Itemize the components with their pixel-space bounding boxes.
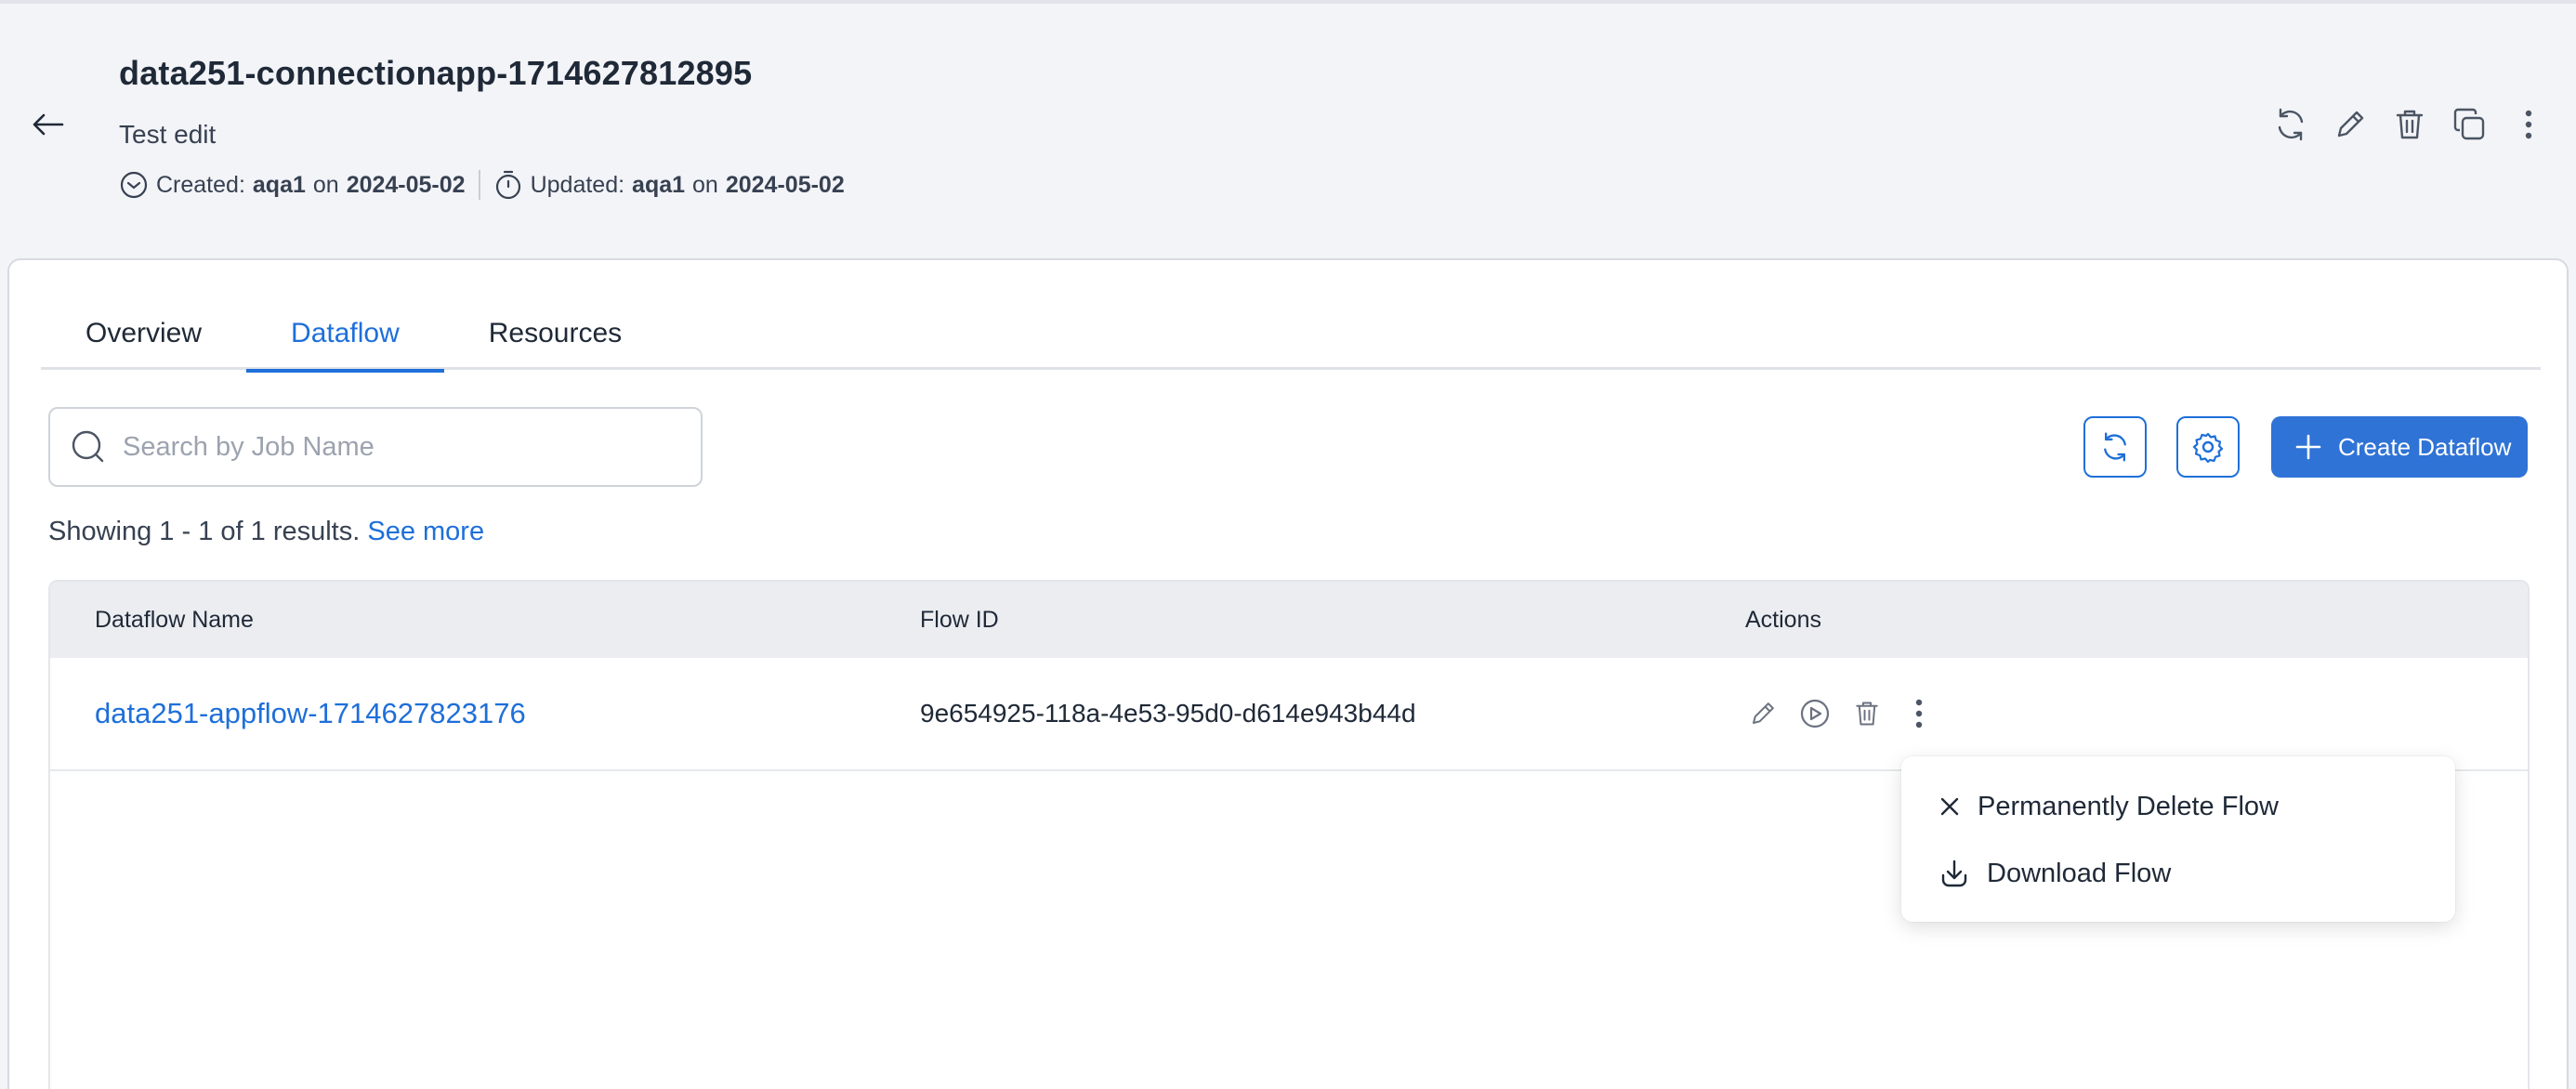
refresh-button[interactable]	[2271, 102, 2310, 147]
created-label: Created:	[156, 171, 245, 198]
copy-icon	[2453, 108, 2485, 140]
more-vertical-icon	[1915, 699, 1923, 728]
updated-on: on	[692, 171, 718, 198]
results-summary: Showing 1 - 1 of 1 results. See more	[48, 517, 484, 547]
header-actions	[2271, 102, 2548, 147]
timer-icon	[495, 170, 520, 200]
results-text: Showing 1 - 1 of 1 results.	[48, 517, 361, 546]
refresh-icon	[2104, 432, 2126, 462]
tab-overview[interactable]: Overview	[41, 297, 246, 370]
row-options-menu: Permanently Delete Flow Download Flow	[1901, 756, 2455, 922]
tab-resources[interactable]: Resources	[444, 297, 666, 370]
settings-button[interactable]	[2176, 416, 2240, 478]
column-header-actions: Actions	[1745, 606, 1821, 633]
menu-item-label: Permanently Delete Flow	[1978, 791, 2279, 821]
download-icon	[1941, 859, 1967, 887]
create-dataflow-label: Create Dataflow	[2338, 432, 2512, 461]
row-actions	[1745, 696, 1937, 731]
page-description: Test edit	[119, 120, 217, 149]
row-edit-button[interactable]	[1745, 696, 1781, 731]
menu-item-permanently-delete[interactable]: Permanently Delete Flow	[1901, 773, 2455, 840]
clock-icon	[120, 171, 148, 199]
back-button[interactable]	[28, 104, 69, 145]
plus-icon	[2295, 434, 2321, 460]
row-run-button[interactable]	[1797, 696, 1833, 731]
more-options-button[interactable]	[2509, 102, 2548, 147]
updated-label: Updated:	[530, 171, 625, 198]
created-date: 2024-05-02	[346, 171, 466, 198]
duplicate-button[interactable]	[2450, 102, 2489, 147]
gear-icon	[2192, 432, 2224, 463]
menu-item-download[interactable]: Download Flow	[1901, 840, 2455, 907]
tab-bar: Overview Dataflow Resources	[41, 297, 2541, 373]
page-title: data251-connectionapp-1714627812895	[119, 54, 753, 92]
edit-icon	[2337, 111, 2364, 138]
menu-item-label: Download Flow	[1987, 858, 2172, 888]
created-info: Created: aqa1 on 2024-05-02	[119, 170, 466, 200]
main-card: Overview Dataflow Resources Create Dataf…	[7, 258, 2569, 1089]
edit-button[interactable]	[2331, 102, 2370, 147]
search-input[interactable]	[123, 431, 643, 463]
meta-info: Created: aqa1 on 2024-05-02 Updated: aqa…	[119, 168, 845, 202]
top-divider	[0, 0, 2576, 4]
meta-divider	[478, 170, 480, 200]
search-icon	[72, 430, 104, 463]
trash-icon	[1856, 702, 1878, 726]
updated-date: 2024-05-02	[725, 171, 845, 198]
trash-icon	[2396, 110, 2424, 139]
create-dataflow-button[interactable]: Create Dataflow	[2271, 416, 2528, 478]
created-user: aqa1	[252, 171, 306, 198]
edit-icon	[1753, 702, 1774, 724]
refresh-icon	[2278, 108, 2304, 141]
updated-user: aqa1	[632, 171, 686, 198]
reload-list-button[interactable]	[2083, 416, 2147, 478]
play-circle-icon	[1800, 699, 1830, 728]
table-header: Dataflow Name Flow ID Actions	[50, 582, 2528, 658]
delete-button[interactable]	[2390, 102, 2429, 147]
row-delete-button[interactable]	[1849, 696, 1885, 731]
flow-id-cell: 9e654925-118a-4e53-95d0-d614e943b44d	[920, 699, 1416, 728]
created-on: on	[312, 171, 339, 198]
table-row: data251-appflow-1714627823176 9e654925-1…	[50, 658, 2528, 771]
search-box	[48, 407, 703, 487]
more-vertical-icon	[2525, 110, 2532, 139]
close-icon	[1940, 797, 1959, 816]
see-more-link[interactable]: See more	[367, 517, 484, 546]
arrow-left-icon	[33, 113, 64, 136]
row-more-button[interactable]	[1901, 696, 1937, 731]
column-header-name: Dataflow Name	[95, 606, 254, 633]
column-header-flow-id: Flow ID	[920, 606, 999, 633]
updated-info: Updated: aqa1 on 2024-05-02	[493, 169, 845, 201]
tab-dataflow[interactable]: Dataflow	[246, 297, 444, 373]
dataflow-name-link[interactable]: data251-appflow-1714627823176	[95, 697, 526, 730]
